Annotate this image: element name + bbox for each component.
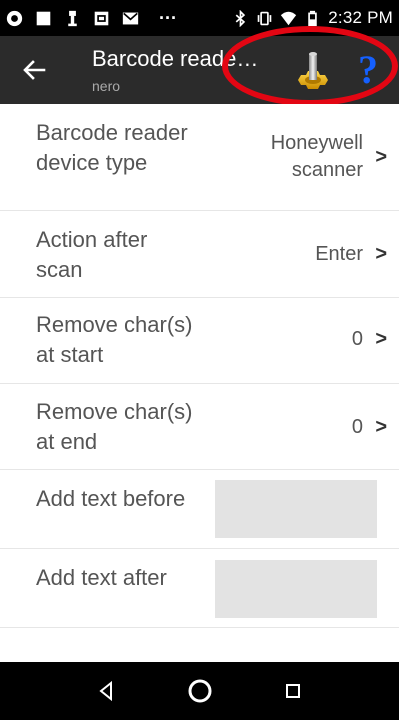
setting-label: Add text before	[36, 486, 186, 511]
wifi-icon	[281, 11, 297, 25]
setting-row-action-after-scan[interactable]: Action after scan Enter >	[0, 211, 399, 298]
setting-label: Add text after	[36, 565, 167, 590]
annotation-highlight-ellipse	[222, 26, 398, 106]
setting-value: Honeywell scanner	[270, 132, 363, 181]
image-notification-icon	[94, 11, 109, 25]
bluetooth-icon	[235, 9, 246, 27]
chevron-right-icon: >	[375, 146, 387, 168]
vibrate-icon	[257, 11, 272, 25]
email-icon	[122, 12, 139, 24]
setting-row-remove-start[interactable]: Remove char(s) at start 0 >	[0, 298, 399, 384]
more-notifications-icon: ···	[159, 7, 177, 28]
app-notification-icon	[6, 10, 23, 26]
nav-back-icon[interactable]	[93, 677, 121, 705]
setting-value: 0	[351, 328, 363, 350]
setting-row-add-text-after: Add text after	[0, 549, 399, 628]
add-text-before-input[interactable]	[215, 480, 377, 538]
square-notification-icon	[36, 11, 51, 25]
setting-label: Remove char(s) at start	[36, 312, 193, 367]
usb-icon	[68, 10, 77, 26]
setting-label: Action after scan	[36, 227, 148, 282]
status-bar-right: 2:32 PM	[232, 8, 393, 28]
setting-value: Enter	[315, 243, 363, 265]
status-bar-left: ···	[6, 8, 177, 29]
chevron-right-icon: >	[375, 328, 387, 350]
setting-value: 0	[351, 416, 363, 438]
nav-recents-icon[interactable]	[279, 677, 307, 705]
navigation-bar	[0, 662, 399, 720]
settings-list: Barcode reader device type Honeywell sca…	[0, 104, 399, 662]
arrow-back-icon[interactable]	[18, 54, 50, 86]
chevron-right-icon: >	[375, 243, 387, 265]
chevron-right-icon: >	[375, 416, 387, 438]
nav-home-icon[interactable]	[186, 677, 214, 705]
status-time: 2:32 PM	[328, 8, 393, 27]
setting-row-remove-end[interactable]: Remove char(s) at end 0 >	[0, 384, 399, 470]
setting-row-add-text-before: Add text before	[0, 470, 399, 549]
setting-label: Barcode reader device type	[36, 120, 188, 175]
add-text-after-input[interactable]	[215, 560, 377, 618]
setting-row-device-type[interactable]: Barcode reader device type Honeywell sca…	[0, 104, 399, 211]
battery-icon	[308, 10, 318, 26]
setting-label: Remove char(s) at end	[36, 399, 193, 454]
